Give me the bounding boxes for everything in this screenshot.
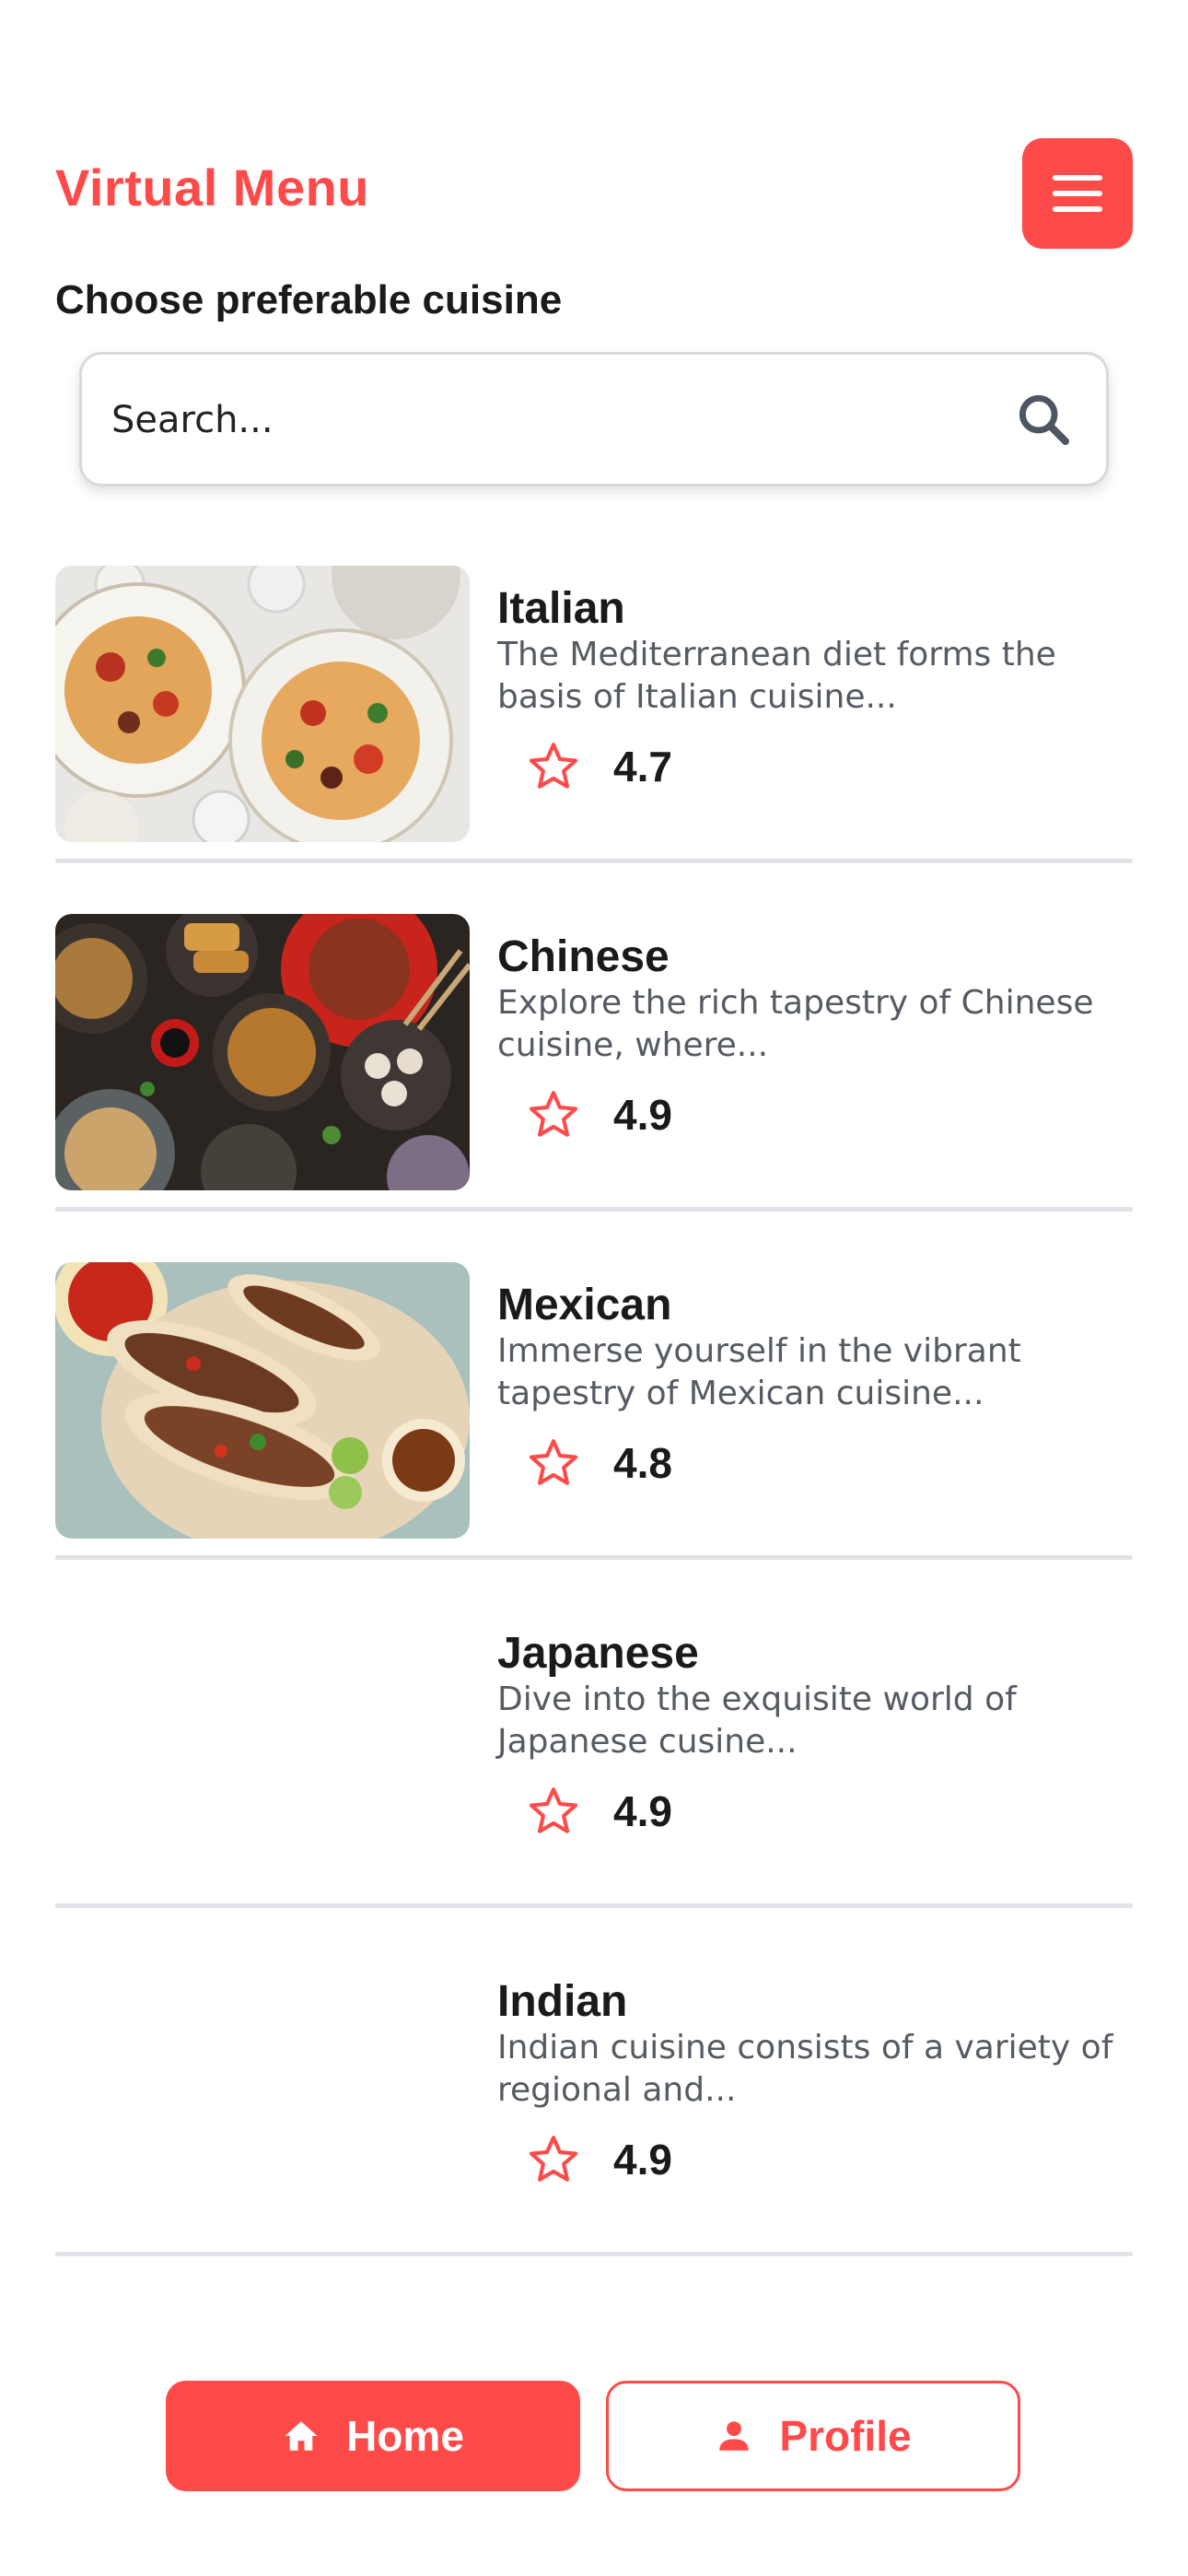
star-icon <box>529 1439 578 1485</box>
rating: 4.7 <box>525 737 672 796</box>
cuisine-item-indian[interactable]: Indian Indian cuisine consists of a vari… <box>55 1959 1133 2307</box>
rating-value: 4.7 <box>613 743 672 790</box>
rating: 4.9 <box>525 1782 672 1841</box>
cuisine-list: Italian The Mediterranean diet forms the… <box>55 566 1133 2307</box>
hamburger-menu-icon <box>1053 175 1102 212</box>
cuisine-item-japanese[interactable]: Japanese Dive into the exquisite world o… <box>55 1610 1133 1959</box>
cuisine-item-chinese[interactable]: Chinese Explore the rich tapestry of Chi… <box>55 914 1133 1262</box>
home-label: Home <box>346 2412 464 2460</box>
search-icon[interactable] <box>1014 390 1073 449</box>
cuisine-item-mexican[interactable]: Mexican Immerse yourself in the vibrant … <box>55 1262 1133 1610</box>
home-button[interactable]: Home <box>166 2381 580 2491</box>
rating-value: 4.9 <box>613 2136 672 2184</box>
section-heading: Choose preferable cuisine <box>55 277 563 322</box>
italian-pasta-photo <box>55 566 470 842</box>
bottom-nav: Home Profile <box>0 2381 1188 2495</box>
chinese-dishes-photo <box>55 914 470 1190</box>
rating: 4.9 <box>525 2130 672 2189</box>
cuisine-description: Indian cuisine consists of a variety of … <box>497 2029 1113 2109</box>
person-icon <box>719 2421 750 2451</box>
cuisine-title: Indian <box>497 1977 628 2026</box>
star-icon <box>529 1091 578 1137</box>
cuisine-description: The Mediterranean diet forms the basis o… <box>497 636 1056 716</box>
profile-button[interactable]: Profile <box>606 2381 1020 2491</box>
cuisine-description: Dive into the exquisite world of Japanes… <box>497 1680 1017 1761</box>
rating: 4.9 <box>525 1085 672 1144</box>
profile-label: Profile <box>779 2412 912 2460</box>
cuisine-description: Immerse yourself in the vibrant tapestry… <box>497 1332 1021 1412</box>
header: Virtual Menu <box>55 138 1133 249</box>
cuisine-image-placeholder <box>55 1610 470 1887</box>
app-title: Virtual Menu <box>55 158 370 217</box>
cuisine-image-placeholder <box>55 1959 470 2235</box>
cuisine-description: Explore the rich tapestry of Chinese cui… <box>497 984 1094 1064</box>
menu-button[interactable] <box>1022 138 1133 249</box>
star-icon <box>529 2136 578 2182</box>
rating-value: 4.8 <box>613 1439 672 1487</box>
cuisine-item-italian[interactable]: Italian The Mediterranean diet forms the… <box>55 566 1133 914</box>
search-input[interactable] <box>110 382 942 458</box>
star-icon <box>529 1787 578 1833</box>
cuisine-title: Japanese <box>497 1629 699 1678</box>
cuisine-title: Italian <box>497 584 625 633</box>
app-screen: Virtual Menu Choose preferable cuisine S… <box>0 0 1188 2576</box>
star-icon <box>529 743 578 789</box>
home-icon <box>285 2421 318 2451</box>
mexican-tacos-photo <box>55 1262 470 1539</box>
rating: 4.8 <box>525 1434 672 1493</box>
search-box <box>79 352 1109 486</box>
rating-value: 4.9 <box>613 1787 672 1835</box>
rating-value: 4.9 <box>613 1091 672 1139</box>
cuisine-title: Chinese <box>497 932 670 981</box>
cuisine-title: Mexican <box>497 1281 672 1329</box>
